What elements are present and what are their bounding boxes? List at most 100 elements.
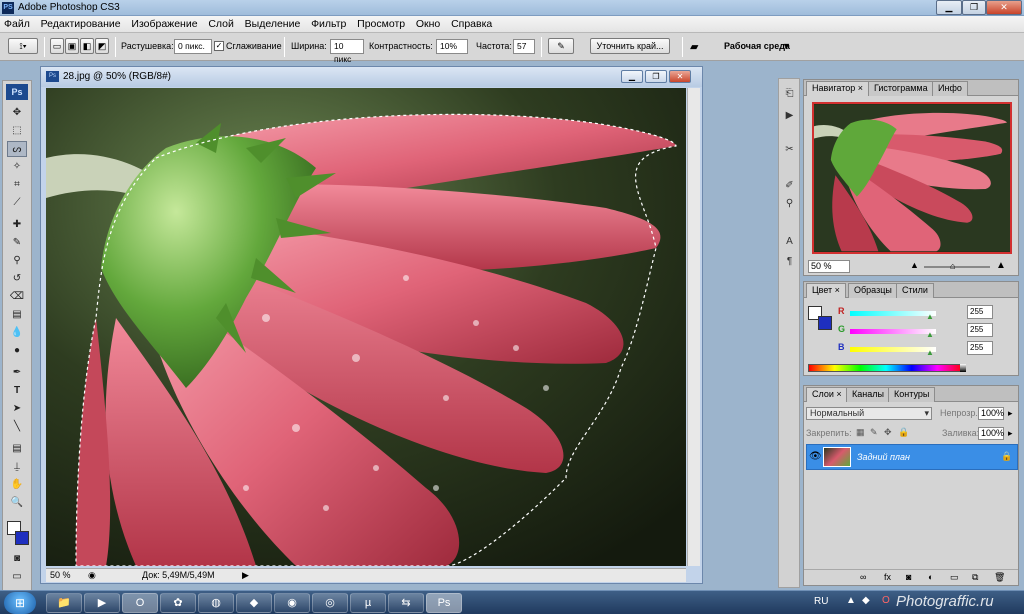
blur-tool-icon[interactable]: 💧 <box>7 325 27 341</box>
menu-edit[interactable]: Редактирование <box>37 16 125 32</box>
tray-arrow-icon[interactable]: ▲ <box>846 595 856 606</box>
minimize-button[interactable]: ▁ <box>936 0 962 15</box>
language-indicator[interactable]: RU <box>814 596 828 607</box>
media-player-taskbar-icon[interactable]: ▶ <box>84 593 120 613</box>
eraser-tool-icon[interactable]: ⌫ <box>7 289 27 305</box>
menu-image[interactable]: Изображение <box>127 16 201 32</box>
contrast-input[interactable]: 10% <box>436 39 468 54</box>
green-slider[interactable] <box>850 329 936 334</box>
red-slider[interactable] <box>850 311 936 316</box>
fill-arrow-icon[interactable]: ▸ <box>1008 428 1013 439</box>
maximize-button[interactable]: ❐ <box>962 0 986 15</box>
brushes-panel-icon[interactable]: ✐ <box>781 179 798 193</box>
tablet-pressure-icon[interactable]: ✎ <box>548 38 574 54</box>
fill-input[interactable]: 100% <box>978 427 1004 440</box>
photo-viewer-taskbar-icon[interactable]: ✿ <box>160 593 196 613</box>
tab-paths[interactable]: Контуры <box>888 387 936 402</box>
menu-view[interactable]: Просмотр <box>353 16 409 32</box>
frequency-input[interactable]: 57 <box>513 39 535 54</box>
type-tool-icon[interactable]: T <box>7 383 27 399</box>
disc-taskbar-icon[interactable]: ◎ <box>312 593 348 613</box>
clone-stamp-tool-icon[interactable]: ⚲ <box>7 253 27 269</box>
zoom-slider-thumb[interactable]: ⌂ <box>950 261 955 271</box>
photoshop-taskbar-icon[interactable]: Ps <box>426 593 462 613</box>
blue-slider[interactable] <box>850 347 936 352</box>
tool-presets-icon[interactable]: ✂ <box>781 143 798 157</box>
zoom-in-icon[interactable]: ▲ <box>996 260 1006 271</box>
notes-tool-icon[interactable]: ▤ <box>7 441 27 457</box>
image-canvas[interactable] <box>46 88 686 566</box>
background-color-swatch[interactable] <box>15 531 29 545</box>
screen-mode-icon[interactable]: ▭ <box>7 569 27 585</box>
tool-preset-picker[interactable]: ⟟▾ <box>8 38 38 54</box>
lock-transparency-icon[interactable]: ▦ <box>856 427 865 438</box>
navigator-zoom-field[interactable]: 50 % <box>808 260 850 273</box>
chevron-down-icon[interactable]: ▼ <box>782 41 791 51</box>
new-selection-icon[interactable]: ▭ <box>50 38 64 54</box>
opera-taskbar-icon[interactable]: O <box>122 593 158 613</box>
healing-brush-tool-icon[interactable]: ✚ <box>7 217 27 233</box>
intersect-selection-icon[interactable]: ◩ <box>95 38 109 54</box>
dodge-tool-icon[interactable]: ● <box>7 343 27 359</box>
width-input[interactable]: 10 пикс <box>330 39 364 64</box>
menu-file[interactable]: Файл <box>0 16 34 32</box>
tab-histogram[interactable]: Гистограмма <box>868 81 934 96</box>
explorer-taskbar-icon[interactable]: 📁 <box>46 593 82 613</box>
lock-position-icon[interactable]: ✥ <box>884 427 892 438</box>
document-minimize-button[interactable]: ▁ <box>621 70 643 83</box>
navigator-zoom-slider[interactable] <box>924 266 990 268</box>
workspace-menu[interactable]: Рабочая среда <box>724 41 790 51</box>
tab-layers[interactable]: Слои × <box>806 387 848 402</box>
character-panel-icon[interactable]: A <box>781 235 798 249</box>
opacity-input[interactable]: 100% <box>978 407 1004 420</box>
green-value[interactable]: 255 <box>967 323 993 337</box>
clone-source-icon[interactable]: ⚲ <box>781 197 798 211</box>
document-maximize-button[interactable]: ❐ <box>645 70 667 83</box>
move-tool-icon[interactable]: ✥ <box>7 105 27 121</box>
red-value[interactable]: 255 <box>967 305 993 319</box>
menu-select[interactable]: Выделение <box>241 16 305 32</box>
history-panel-icon[interactable]: ⎗ <box>781 87 798 101</box>
gradient-tool-icon[interactable]: ▤ <box>7 307 27 323</box>
eyedropper-tool-icon[interactable]: ⍊ <box>7 459 27 475</box>
slice-tool-icon[interactable]: ⟋ <box>7 195 27 211</box>
tab-channels[interactable]: Каналы <box>846 387 890 402</box>
opacity-arrow-icon[interactable]: ▸ <box>1008 408 1013 419</box>
adjustment-layer-icon[interactable]: ◐ <box>928 572 933 582</box>
delete-layer-icon[interactable]: 🗑 <box>994 572 1005 583</box>
crop-tool-icon[interactable]: ⌗ <box>7 177 27 193</box>
tab-color[interactable]: Цвет × <box>806 283 846 298</box>
tab-styles[interactable]: Стили <box>896 283 934 298</box>
add-selection-icon[interactable]: ▣ <box>65 38 79 54</box>
tray-volume-icon[interactable]: ◆ <box>862 595 870 606</box>
status-menu-arrow-icon[interactable]: ▶ <box>242 570 249 581</box>
torrent-taskbar-icon[interactable]: µ <box>350 593 386 613</box>
line-tool-icon[interactable]: ╲ <box>7 419 27 435</box>
subtract-selection-icon[interactable]: ◧ <box>80 38 94 54</box>
new-group-icon[interactable]: ▭ <box>950 572 959 583</box>
color-background-swatch[interactable] <box>818 316 832 330</box>
tray-opera-icon[interactable]: O <box>882 595 890 606</box>
actions-panel-icon[interactable]: ▶ <box>781 109 798 123</box>
menu-layer[interactable]: Слой <box>204 16 238 32</box>
new-layer-icon[interactable]: ⧉ <box>972 572 978 583</box>
layer-visibility-eye-icon[interactable]: 👁 <box>809 451 822 462</box>
lock-image-icon[interactable]: ✎ <box>870 427 878 438</box>
zoom-tool-icon[interactable]: 🔍 <box>7 495 27 511</box>
brush-tool-icon[interactable]: ✎ <box>7 235 27 251</box>
color-spectrum-ramp[interactable] <box>808 364 964 372</box>
status-options-icon[interactable]: ◉ <box>88 570 96 581</box>
green-slider-thumb[interactable]: ▲ <box>926 330 934 339</box>
menu-window[interactable]: Окно <box>412 16 444 32</box>
menu-help[interactable]: Справка <box>447 16 496 32</box>
layer-name[interactable]: Задний план <box>857 452 910 462</box>
tab-navigator[interactable]: Навигатор × <box>806 81 870 96</box>
feather-input[interactable]: 0 пикс. <box>174 39 212 54</box>
layer-row-background[interactable]: 👁 Задний план 🔒 <box>806 444 1018 470</box>
document-vertical-scrollbar[interactable] <box>687 88 700 566</box>
browser-taskbar-icon[interactable]: ◉ <box>274 593 310 613</box>
start-button[interactable]: ⊞ <box>4 592 36 614</box>
black-white-ramp[interactable] <box>960 364 966 372</box>
lock-all-icon[interactable]: 🔒 <box>898 427 909 438</box>
magnetic-lasso-tool-icon[interactable]: ᔕ <box>7 141 27 157</box>
